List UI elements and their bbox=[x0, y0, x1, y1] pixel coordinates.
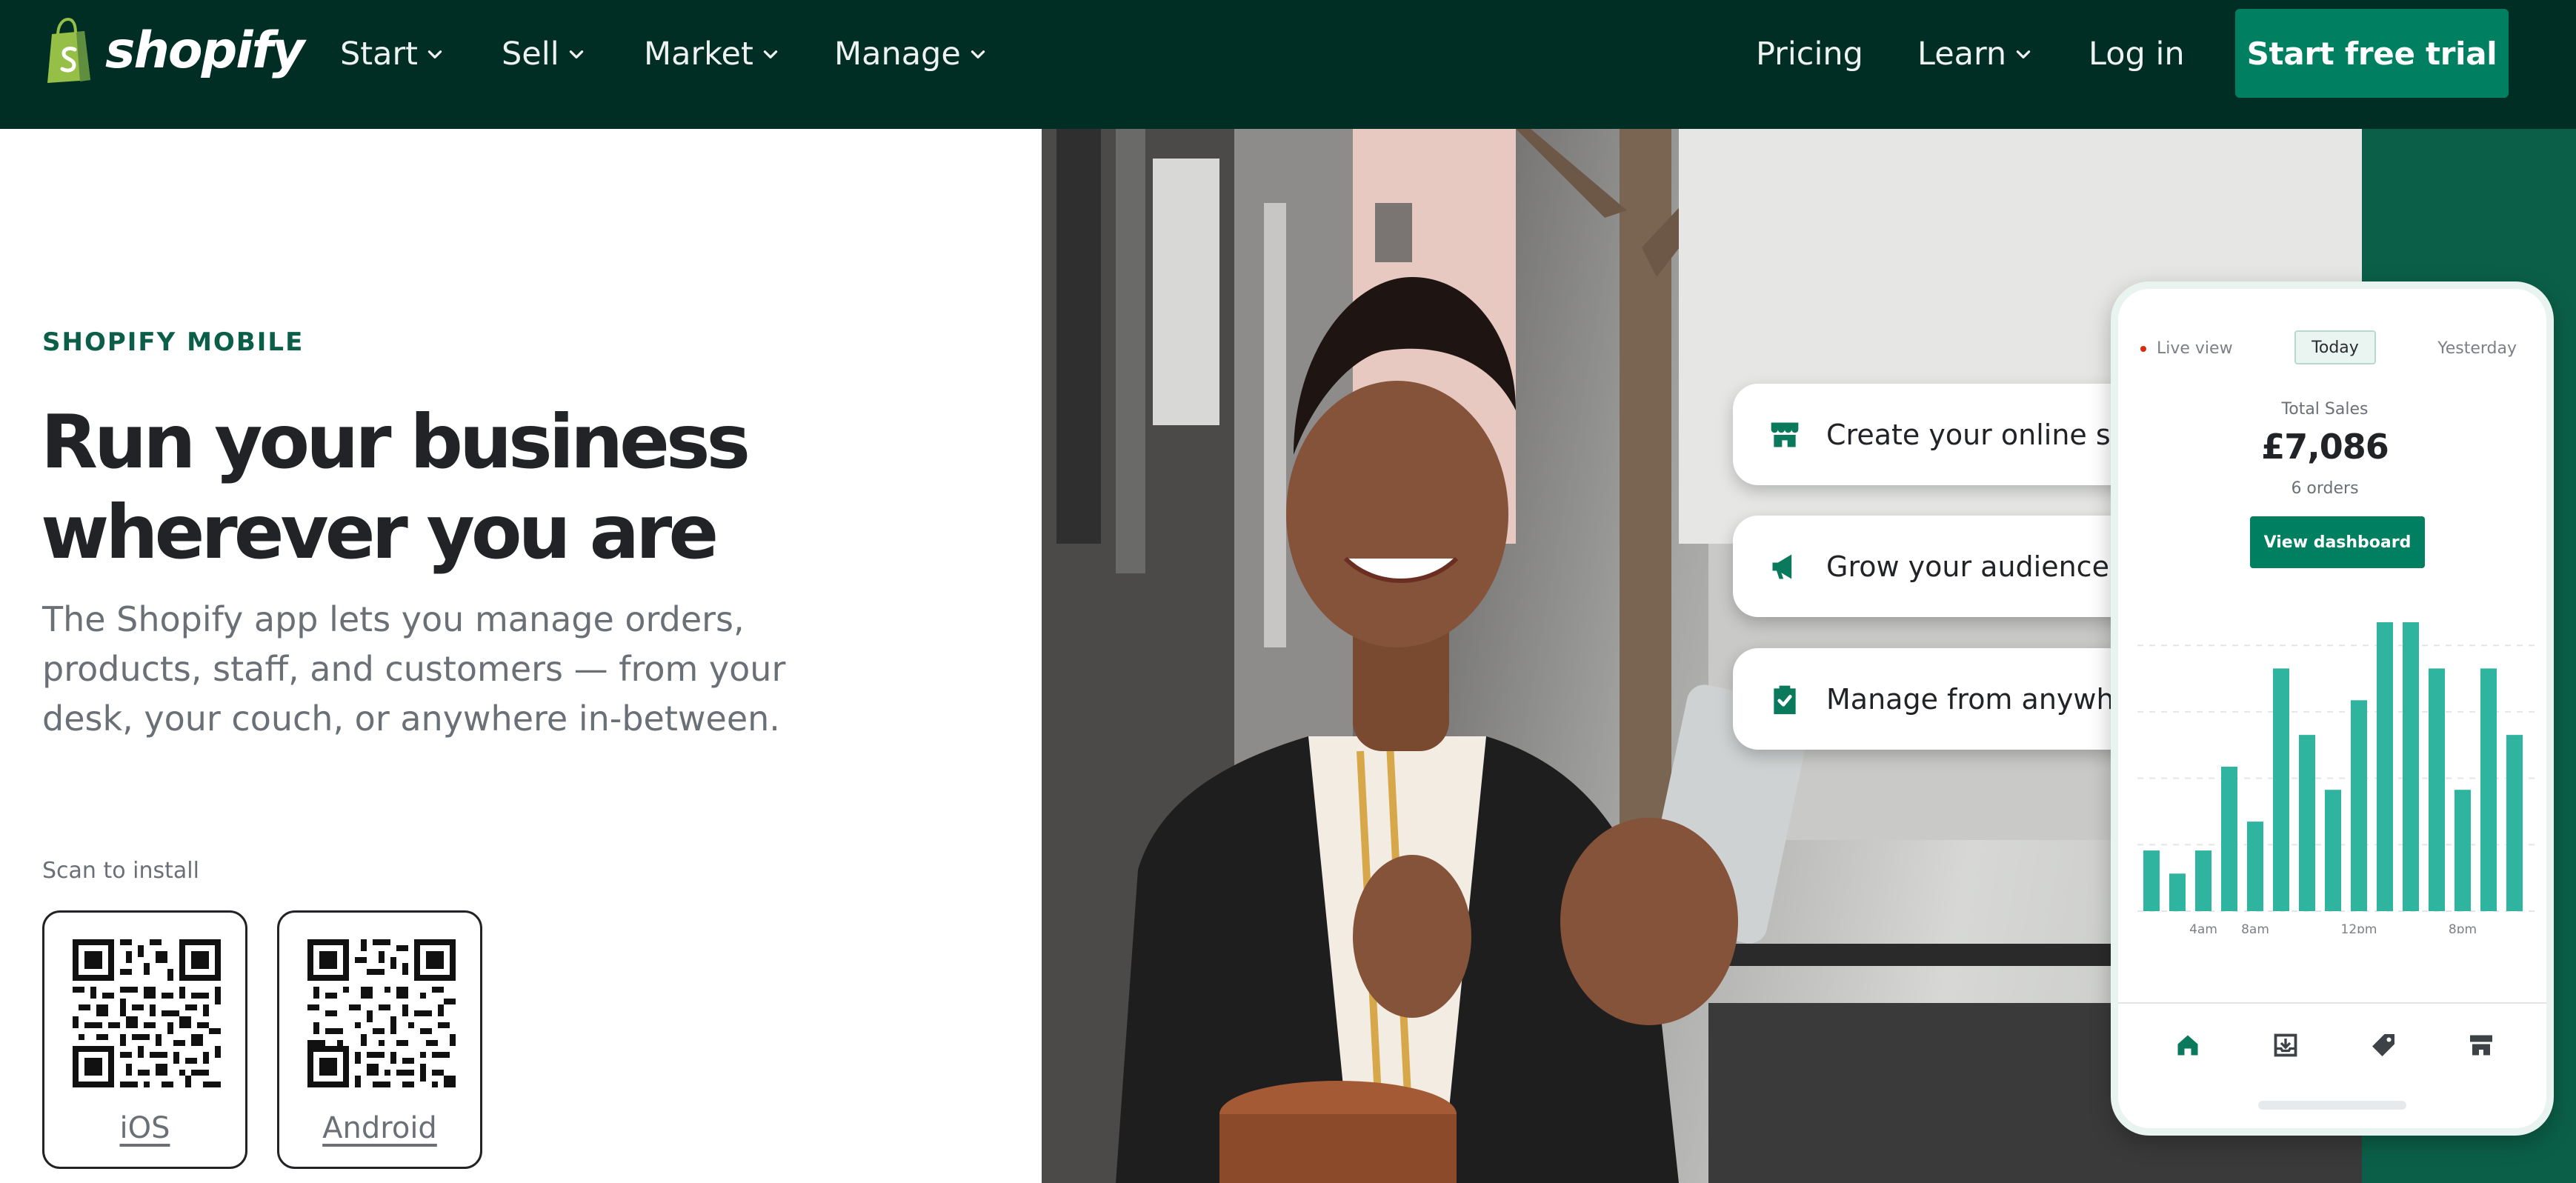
hero-title: Run your business wherever you are bbox=[41, 397, 856, 578]
home-icon[interactable] bbox=[2174, 1032, 2201, 1059]
chart-bar bbox=[2221, 767, 2237, 911]
scan-to-install-label: Scan to install bbox=[42, 858, 199, 884]
chart-bar bbox=[2429, 668, 2445, 911]
nav-start-label: Start bbox=[340, 36, 419, 73]
clipboard-check-icon bbox=[1774, 685, 1796, 714]
qr-code-icon bbox=[73, 939, 221, 1087]
top-navigation-bar: shopify Start Sell Market Manage Pricing… bbox=[0, 0, 2576, 129]
phone-tabbar-divider bbox=[2118, 1002, 2546, 1004]
shopify-wordmark: shopify bbox=[105, 21, 304, 80]
qr-code-icon bbox=[307, 939, 456, 1087]
nav-pricing[interactable]: Pricing bbox=[1756, 30, 1863, 79]
ios-qr-card[interactable]: iOS bbox=[42, 910, 247, 1169]
chart-tick-label: 4am bbox=[2189, 922, 2217, 933]
orders-icon[interactable] bbox=[2272, 1032, 2299, 1059]
sales-bar-chart: 4am 8am 12pm 8pm bbox=[2137, 622, 2537, 933]
chart-bar bbox=[2403, 622, 2419, 911]
chart-bar bbox=[2325, 790, 2341, 911]
storefront-icon bbox=[1771, 422, 1799, 447]
feature-label: Grow your audience bbox=[1826, 550, 2109, 583]
chart-bar bbox=[2351, 700, 2367, 911]
megaphone-icon bbox=[1772, 554, 1792, 579]
feature-label: Manage from anywhere bbox=[1826, 682, 2160, 716]
chart-bar bbox=[2454, 790, 2471, 911]
nav-login[interactable]: Log in bbox=[2089, 30, 2185, 79]
phone-tab-live-view[interactable]: Live view bbox=[2140, 339, 2233, 358]
chart-bar bbox=[2506, 735, 2523, 911]
chart-bar bbox=[2195, 850, 2211, 911]
nav-sell-label: Sell bbox=[502, 36, 559, 73]
nav-start[interactable]: Start bbox=[340, 30, 445, 79]
chart-bar bbox=[2143, 850, 2160, 911]
view-dashboard-button[interactable]: View dashboard bbox=[2250, 516, 2425, 568]
total-sales-value: £7,086 bbox=[2261, 427, 2389, 467]
section-eyebrow: SHOPIFY MOBILE bbox=[42, 327, 304, 357]
android-label[interactable]: Android bbox=[279, 1111, 480, 1145]
nav-market-label: Market bbox=[644, 36, 753, 73]
nav-learn[interactable]: Learn bbox=[1917, 30, 2033, 79]
chart-tick-label: 8pm bbox=[2449, 922, 2477, 933]
nav-market[interactable]: Market bbox=[644, 30, 780, 79]
phone-tab-live-label: Live view bbox=[2157, 339, 2233, 358]
chart-bar bbox=[2247, 822, 2263, 911]
nav-manage-label: Manage bbox=[834, 36, 961, 73]
live-dot-icon bbox=[2140, 345, 2146, 352]
chart-tick-label: 12pm bbox=[2341, 922, 2377, 933]
start-free-trial-button[interactable]: Start free trial bbox=[2235, 9, 2509, 98]
tag-icon[interactable] bbox=[2370, 1032, 2397, 1059]
phone-tab-today[interactable]: Today bbox=[2294, 330, 2376, 364]
nav-pricing-label: Pricing bbox=[1756, 36, 1863, 73]
store-icon[interactable] bbox=[2468, 1032, 2495, 1059]
chart-bar bbox=[2299, 735, 2315, 911]
ios-label[interactable]: iOS bbox=[44, 1111, 245, 1145]
chart-bar bbox=[2480, 668, 2497, 911]
chevron-down-icon bbox=[763, 50, 778, 59]
nav-sell[interactable]: Sell bbox=[502, 30, 586, 79]
chart-tick-label: 8am bbox=[2241, 922, 2269, 933]
hero-description: The Shopify app lets you manage orders, … bbox=[42, 599, 786, 739]
chevron-down-icon bbox=[569, 50, 583, 59]
chart-bar bbox=[2377, 622, 2393, 911]
chevron-down-icon bbox=[971, 50, 985, 59]
chart-bar bbox=[2169, 873, 2186, 911]
nav-login-label: Log in bbox=[2089, 36, 2185, 73]
nav-manage[interactable]: Manage bbox=[834, 30, 988, 79]
hero-title-line-2: wherever you are bbox=[41, 489, 719, 576]
chart-bar bbox=[2273, 668, 2289, 911]
android-qr-card[interactable]: Android bbox=[277, 910, 482, 1169]
shopify-bag-icon bbox=[47, 18, 90, 83]
chevron-down-icon bbox=[427, 50, 442, 59]
home-indicator bbox=[2258, 1101, 2406, 1110]
nav-learn-label: Learn bbox=[1917, 36, 2007, 73]
chevron-down-icon bbox=[2016, 50, 2031, 59]
phone-tab-yesterday[interactable]: Yesterday bbox=[2437, 339, 2517, 358]
hero-title-line-1: Run your business bbox=[41, 399, 750, 485]
phone-date-tabs: Live view Today Yesterday bbox=[2118, 330, 2546, 367]
orders-count: 6 orders bbox=[2291, 479, 2359, 498]
total-sales-label: Total Sales bbox=[2281, 400, 2369, 419]
shopify-logo[interactable]: shopify bbox=[41, 18, 304, 84]
phone-dashboard-mockup: Live view Today Yesterday Total Sales £7… bbox=[2111, 281, 2554, 1136]
